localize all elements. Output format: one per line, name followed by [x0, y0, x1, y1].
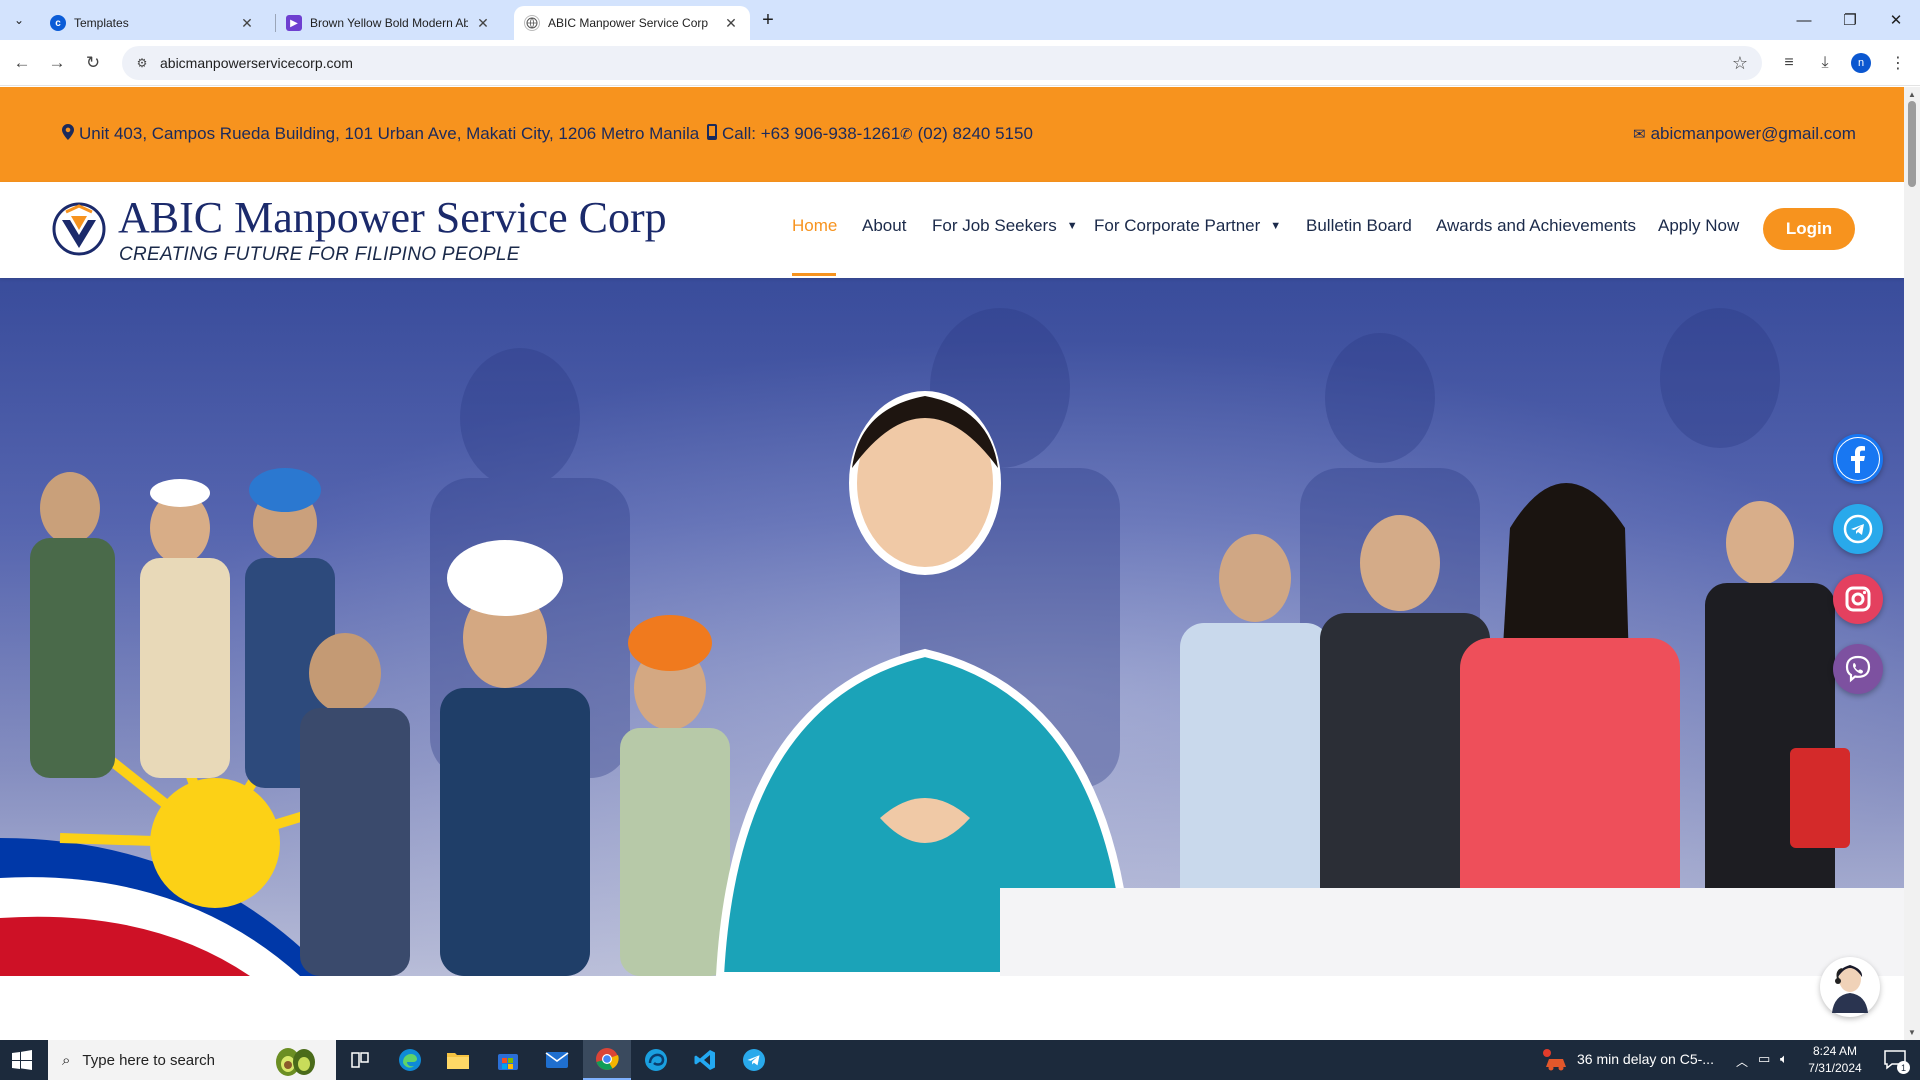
nav-bulletin-board[interactable]: Bulletin Board: [1306, 216, 1412, 236]
scroll-up-icon[interactable]: ▲: [1908, 90, 1916, 99]
email-info[interactable]: ✉ abicmanpower@gmail.com: [1633, 124, 1856, 144]
close-tab-icon[interactable]: ✕: [238, 14, 256, 32]
mobile-call-info[interactable]: Call: +63 906-938-1261: [707, 124, 900, 144]
chrome-icon[interactable]: [583, 1040, 631, 1080]
video-icon: ▶: [286, 15, 302, 31]
restore-icon[interactable]: ❐: [1827, 0, 1873, 40]
below-hero-space: [0, 976, 1904, 1040]
nav-for-corporate-partner[interactable]: For Corporate Partner ▼: [1094, 216, 1281, 236]
file-explorer-icon[interactable]: [434, 1040, 482, 1080]
close-window-icon[interactable]: ✕: [1873, 0, 1919, 40]
nav-home[interactable]: Home: [792, 216, 837, 236]
download-icon[interactable]: ⤓: [1813, 51, 1837, 75]
media-control-icon[interactable]: ≡: [1777, 51, 1801, 75]
taskbar-search-box[interactable]: ⌕ Type here to search: [48, 1040, 336, 1080]
site-header: ABIC Manpower Service Corp CREATING FUTU…: [0, 182, 1904, 278]
tab-search-icon[interactable]: ⌄: [8, 9, 30, 31]
close-tab-icon[interactable]: ✕: [474, 14, 492, 32]
page-viewport: Unit 403, Campos Rueda Building, 101 Urb…: [0, 87, 1904, 1040]
browser-tab-bar: ⌄ c Templates ✕ ▶ Brown Yellow Bold Mode…: [0, 0, 1920, 40]
avocado-search-highlight-icon: [276, 1048, 315, 1076]
task-view-icon[interactable]: [336, 1040, 384, 1080]
browser-menu-icon[interactable]: ⋮: [1886, 51, 1910, 75]
windows-taskbar: ⌕ Type here to search 36 min delay on C5…: [0, 1040, 1920, 1080]
landline-info[interactable]: ✆ (02) 8240 5150: [900, 124, 1033, 144]
system-clock[interactable]: 8:24 AM 7/31/2024: [1800, 1043, 1870, 1077]
notification-count-badge: 1: [1897, 1061, 1910, 1074]
tab-brown-yellow[interactable]: ▶ Brown Yellow Bold Modern Abstract ✕: [276, 6, 502, 40]
map-pin-icon: [62, 124, 74, 144]
new-tab-button[interactable]: +: [756, 8, 780, 32]
reload-icon[interactable]: ↻: [81, 51, 105, 75]
traffic-alert-icon[interactable]: [1532, 1040, 1580, 1080]
forward-icon[interactable]: →: [45, 51, 69, 75]
brand-name[interactable]: ABIC Manpower Service Corp: [118, 192, 667, 243]
search-icon: ⌕: [62, 1051, 71, 1069]
tab-abic-manpower[interactable]: ABIC Manpower Service Corp ✕: [514, 6, 750, 40]
instagram-icon[interactable]: [1833, 574, 1883, 624]
login-button[interactable]: Login: [1763, 208, 1855, 250]
address-info: Unit 403, Campos Rueda Building, 101 Urb…: [62, 124, 699, 144]
windows-start-icon[interactable]: [12, 1050, 32, 1070]
chat-assistant-avatar[interactable]: [1820, 957, 1880, 1017]
telegram-icon[interactable]: [1833, 504, 1883, 554]
url-text[interactable]: abicmanpowerservicecorp.com: [160, 55, 353, 71]
scroll-down-icon[interactable]: ▼: [1908, 1028, 1916, 1037]
profile-avatar[interactable]: n: [1851, 53, 1871, 73]
contact-topbar: Unit 403, Campos Rueda Building, 101 Urb…: [0, 87, 1904, 182]
network-icon[interactable]: ▭: [1758, 1051, 1770, 1067]
site-info-icon[interactable]: ⚙: [134, 55, 150, 71]
url-omnibox[interactable]: ⚙ abicmanpowerservicecorp.com ☆: [122, 46, 1762, 80]
viber-icon[interactable]: [1833, 644, 1883, 694]
traffic-notification-text[interactable]: 36 min delay on C5-...: [1577, 1051, 1714, 1067]
minimize-icon[interactable]: —: [1781, 0, 1827, 40]
globe-icon: [524, 15, 540, 31]
nav-awards[interactable]: Awards and Achievements: [1436, 216, 1636, 236]
address-bar: ← → ↻ ⚙ abicmanpowerservicecorp.com ☆ ≡ …: [0, 40, 1920, 86]
volume-icon[interactable]: 🔈︎: [1780, 1051, 1788, 1067]
back-icon[interactable]: ←: [10, 51, 34, 75]
edge-dev-icon[interactable]: [632, 1040, 680, 1080]
nav-apply-now[interactable]: Apply Now: [1658, 216, 1739, 236]
close-tab-icon[interactable]: ✕: [722, 14, 740, 32]
bookmark-star-icon[interactable]: ☆: [1732, 53, 1748, 74]
active-nav-indicator: [792, 273, 836, 276]
edge-browser-icon[interactable]: [386, 1040, 434, 1080]
facebook-icon[interactable]: [1833, 434, 1883, 484]
page-scrollbar[interactable]: ▲ ▼: [1904, 87, 1920, 1040]
abic-logo[interactable]: [52, 202, 106, 256]
notification-center-icon[interactable]: 1: [1872, 1040, 1918, 1080]
scrollbar-thumb[interactable]: [1908, 101, 1916, 187]
nav-about[interactable]: About: [862, 216, 906, 236]
hero-banner: [0, 278, 1904, 976]
show-hidden-icons-icon[interactable]: ︿: [1736, 1053, 1748, 1070]
chevron-down-icon: ▼: [1066, 220, 1078, 232]
brand-tagline: CREATING FUTURE FOR FILIPINO PEOPLE: [119, 244, 520, 265]
vscode-icon[interactable]: [681, 1040, 729, 1080]
envelope-icon: ✉: [1633, 126, 1646, 143]
chevron-down-icon: ▼: [1270, 220, 1282, 232]
tab-templates[interactable]: c Templates ✕: [40, 6, 266, 40]
canva-icon: c: [50, 15, 66, 31]
telegram-app-icon[interactable]: [730, 1040, 778, 1080]
microsoft-store-icon[interactable]: [484, 1040, 532, 1080]
phone-icon: ✆: [900, 126, 913, 143]
hero-illustration: [0, 308, 1904, 976]
mail-icon[interactable]: [533, 1040, 581, 1080]
mobile-phone-icon: [707, 124, 717, 144]
nav-for-job-seekers[interactable]: For Job Seekers ▼: [932, 216, 1078, 236]
